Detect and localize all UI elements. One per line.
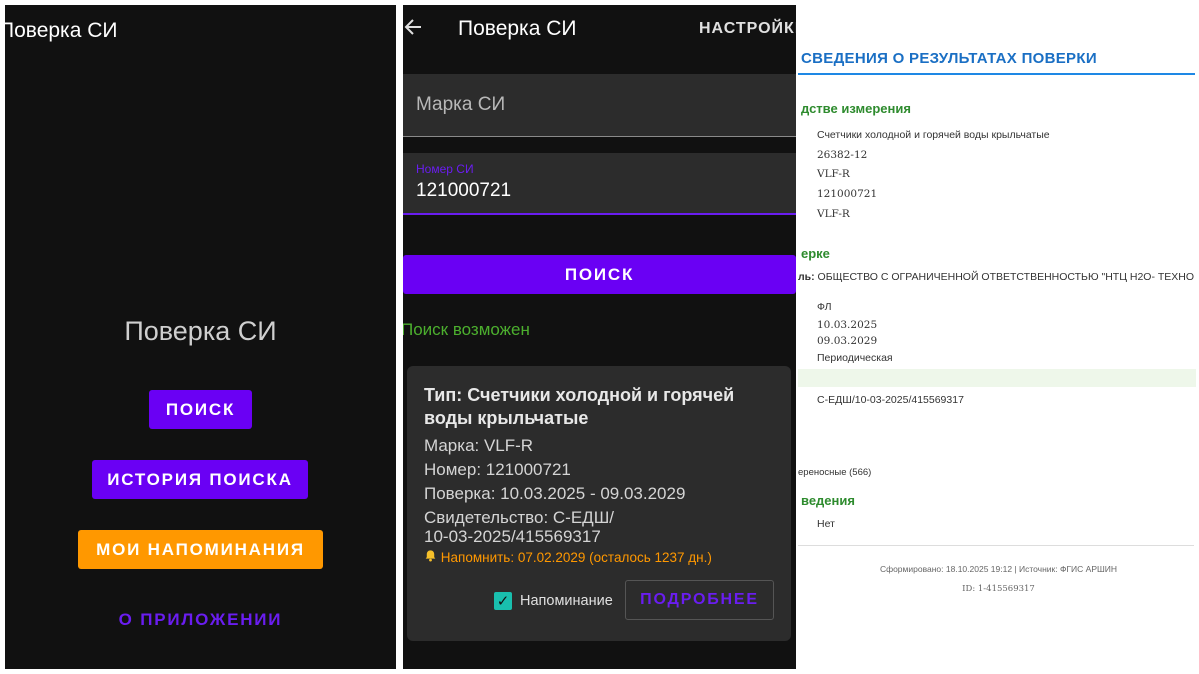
reminder-checkbox[interactable]: ✓ <box>494 592 512 610</box>
search-status: Поиск возможен <box>403 320 530 339</box>
arrow-left-icon[interactable] <box>403 15 423 43</box>
bell-icon <box>424 550 441 565</box>
reminder-checkbox-label: Напоминание <box>520 593 613 609</box>
search-button[interactable]: ПОИСК <box>403 255 796 294</box>
owner-row: ль: ОБЩЕСТВО С ОГРАНИЧЕННОЙ ОТВЕТСТВЕННО… <box>798 271 1194 283</box>
footer-generated: Сформировано: 18.10.2025 19:12 | Источни… <box>879 564 1118 574</box>
details-button[interactable]: ПОДРОБНЕЕ <box>625 580 774 620</box>
settings-button[interactable]: НАСТРОЙКИ <box>699 20 796 38</box>
brand-field-placeholder: Марка СИ <box>416 94 506 115</box>
owner-name: ОБЩЕСТВО С ОГРАНИЧЕННОЙ ОТВЕТСТВЕННОСТЬЮ… <box>817 271 1195 283</box>
footer-id: ID: 1-415569317 <box>962 584 1035 594</box>
search-button[interactable]: ПОИСК <box>149 390 252 429</box>
app-bar-title: Поверка СИ <box>5 19 118 42</box>
instrument-modification: VLF-R <box>817 208 850 220</box>
footer-divider <box>798 545 1194 546</box>
serial-number-field[interactable]: Номер СИ 121000721 <box>403 153 796 215</box>
serial-number: 121000721 <box>817 188 878 200</box>
my-reminders-button[interactable]: МОИ НАПОМИНАНИЯ <box>78 530 323 569</box>
result-number: Номер: 121000721 <box>424 460 571 479</box>
result-brand: Марка: VLF-R <box>424 436 534 455</box>
highlight-row <box>798 369 1196 387</box>
owner-prefix: ль: <box>798 271 815 283</box>
app-title: Поверка СИ <box>124 316 277 346</box>
verification-report: СВЕДЕНИЯ О РЕЗУЛЬТАТАХ ПОВЕРКИ дстве изм… <box>798 0 1199 674</box>
registry-number: 26382-12 <box>817 149 868 161</box>
brand-field[interactable]: Марка СИ <box>403 74 796 137</box>
serial-number-label: Номер СИ <box>416 162 474 176</box>
search-screen: Поверка СИ НАСТРОЙКИ Марка СИ Номер СИ 1… <box>403 5 796 669</box>
home-screen: Поверка СИ Поверка СИ ПОИСК ИСТОРИЯ ПОИС… <box>5 5 396 669</box>
report-header: СВЕДЕНИЯ О РЕЗУЛЬТАТАХ ПОВЕРКИ <box>801 50 1097 67</box>
portable-standards: ереносные (566) <box>798 467 872 478</box>
section-extra: ведения <box>801 493 855 508</box>
instrument-model: VLF-R <box>817 168 850 180</box>
section-verification: ерке <box>801 246 830 261</box>
section-instrument: дстве измерения <box>801 101 911 116</box>
screen-title: Поверка СИ <box>458 17 577 40</box>
result-card: Тип: Счетчики холодной и горячей воды кр… <box>407 366 791 641</box>
valid-until: 09.03.2029 <box>817 335 878 347</box>
serial-number-value: 121000721 <box>416 180 512 201</box>
result-certificate-number: 10-03-2025/415569317 <box>424 527 601 546</box>
extra-value: Нет <box>817 518 835 530</box>
result-verification: Поверка: 10.03.2025 - 09.03.2029 <box>424 484 686 503</box>
certificate-number: С-ЕДШ/10-03-2025/415569317 <box>817 394 964 406</box>
owner-type: ФЛ <box>817 301 832 313</box>
header-divider <box>798 73 1195 75</box>
result-certificate: Свидетельство: С-ЕДШ/ <box>424 508 614 527</box>
reminder-text: Напомнить: 07.02.2029 (осталось 1237 дн.… <box>440 550 712 565</box>
verification-date: 10.03.2025 <box>817 319 878 331</box>
verification-kind: Периодическая <box>817 352 893 364</box>
reminder-info: Напомнить: 07.02.2029 (осталось 1237 дн.… <box>424 549 712 565</box>
about-app-button[interactable]: О ПРИЛОЖЕНИИ <box>5 603 396 637</box>
instrument-type: Счетчики холодной и горячей воды крыльча… <box>817 129 1050 141</box>
search-history-button[interactable]: ИСТОРИЯ ПОИСКА <box>92 460 308 499</box>
result-type: Тип: Счетчики холодной и горячей воды кр… <box>424 385 735 428</box>
